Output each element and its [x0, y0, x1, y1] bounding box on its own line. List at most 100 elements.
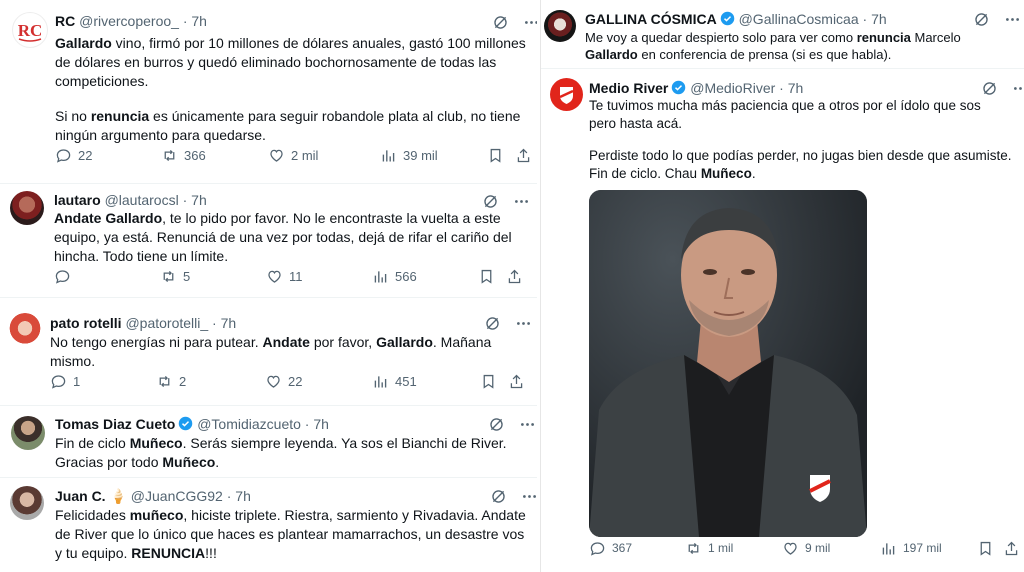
more-options-icon[interactable] [521, 488, 537, 505]
highlighted-keyword: Gallardo [55, 35, 112, 51]
tweet-pato-rotelli[interactable]: pato rotelli @patorotelli_ · 7h No tengo… [0, 301, 537, 406]
tweet-gallina-cosmica[interactable]: GALLINA CÓSMICA @GallinaCosmicaa · 7h Me… [541, 0, 1024, 70]
author-handle[interactable]: @JuanCGG92 [131, 488, 223, 504]
reply-icon [51, 374, 66, 389]
grok-icon[interactable] [492, 14, 509, 31]
views-button[interactable]: 451 [372, 373, 417, 390]
avatar[interactable] [10, 486, 44, 520]
retweet-count: 1 mil [708, 541, 734, 555]
tweet-text: Andate Gallardo, te lo pido por favor. N… [54, 209, 524, 266]
bookmark-button[interactable] [487, 147, 504, 164]
tweet-time[interactable]: 7h [313, 416, 329, 432]
avatar[interactable] [11, 416, 45, 450]
divider [0, 297, 537, 298]
retweet-button[interactable]: 366 [161, 147, 206, 164]
author-name[interactable]: Medio River [589, 80, 668, 96]
svg-text:RC: RC [18, 21, 43, 40]
reply-button[interactable]: 367 [589, 540, 632, 557]
tweet-text-segment: Fin de ciclo [55, 435, 130, 451]
like-count: 11 [289, 268, 303, 284]
tweet-rc[interactable]: RC RC @rivercoperoo_ · 7h Gallardo vino,… [0, 0, 537, 185]
tweet-text-segment: Perdiste todo lo que podías perder, no j… [589, 148, 1012, 181]
like-button[interactable]: 11 [266, 268, 303, 285]
tweet-juan-c[interactable]: Juan C. 🍦 @JuanCGG92 · 7h Felicidades mu… [0, 478, 537, 572]
view-count: 566 [395, 268, 417, 284]
grok-icon[interactable] [973, 11, 990, 28]
reply-icon [56, 148, 71, 163]
share-icon [508, 269, 521, 283]
tweet-photo[interactable] [589, 190, 867, 537]
highlighted-keyword: Andate Gallardo [54, 210, 163, 226]
avatar[interactable] [544, 10, 576, 42]
avatar[interactable]: RC [12, 12, 48, 48]
more-options-icon[interactable] [513, 193, 530, 210]
highlighted-keyword: RENUNCIA [131, 545, 206, 561]
author-name[interactable]: GALLINA CÓSMICA [585, 11, 717, 27]
like-count: 22 [288, 373, 303, 389]
author-name[interactable]: Juan C. [55, 488, 106, 504]
more-options-icon[interactable] [515, 315, 532, 332]
tweet-time[interactable]: 7h [235, 488, 251, 504]
more-options-icon[interactable] [519, 416, 536, 433]
views-button[interactable]: 197 mil [880, 540, 942, 557]
views-button[interactable]: 39 mil [380, 147, 438, 164]
tweet-text-segment: Felicidades [55, 507, 130, 523]
tweet-time[interactable]: 7h [191, 192, 207, 208]
tweet-text: Fin de ciclo Muñeco. Serás siempre leyen… [55, 434, 515, 472]
author-handle[interactable]: @MedioRiver [690, 80, 775, 96]
tweet-medio-river[interactable]: Medio River @MedioRiver · 7h Te tuvimos … [541, 70, 1024, 572]
retweet-icon [159, 375, 170, 387]
grok-icon[interactable] [488, 416, 505, 433]
reply-count: 1 [73, 373, 81, 389]
grok-icon[interactable] [484, 315, 501, 332]
grok-icon[interactable] [981, 80, 998, 97]
views-button[interactable]: 566 [372, 268, 417, 285]
author-name[interactable]: RC [55, 13, 75, 29]
author-handle[interactable]: @rivercoperoo_ [79, 13, 179, 29]
tweet-lautaro[interactable]: lautaro @lautarocsl · 7h Andate Gallardo… [0, 185, 537, 299]
highlighted-keyword: Muñeco [162, 454, 216, 470]
grok-icon[interactable] [490, 488, 507, 505]
avatar[interactable] [550, 78, 583, 111]
tweet-time[interactable]: 7h [788, 80, 804, 96]
tweet-tomas-diaz-cueto[interactable]: Tomas Diaz Cueto @Tomidiazcueto · 7h Fin… [0, 406, 537, 478]
more-options-icon[interactable] [1012, 80, 1024, 97]
author-name[interactable]: Tomas Diaz Cueto [55, 416, 175, 432]
reply-button[interactable] [54, 268, 77, 285]
avatar[interactable] [10, 191, 44, 225]
left-tweet-column: RC RC @rivercoperoo_ · 7h Gallardo vino,… [0, 0, 537, 572]
bookmark-button[interactable] [480, 373, 497, 390]
reply-button[interactable]: 22 [55, 147, 92, 164]
share-button[interactable] [1003, 540, 1020, 557]
author-name[interactable]: pato rotelli [50, 315, 122, 331]
tweet-header: RC @rivercoperoo_ · 7h [55, 13, 207, 29]
author-handle[interactable]: @Tomidiazcueto [197, 416, 301, 432]
reply-button[interactable]: 1 [50, 373, 80, 390]
tweet-time[interactable]: 7h [191, 13, 207, 29]
bookmark-button[interactable] [977, 540, 994, 557]
retweet-button[interactable]: 1 mil [685, 540, 733, 557]
author-name[interactable]: lautaro [54, 192, 101, 208]
share-button[interactable] [506, 268, 523, 285]
more-options-icon[interactable] [1004, 11, 1021, 28]
retweet-button[interactable]: 2 [156, 373, 186, 390]
more-options-icon[interactable] [523, 14, 537, 31]
author-handle[interactable]: @GallinaCosmicaa [739, 11, 859, 27]
tweet-time[interactable]: 7h [871, 11, 887, 27]
author-handle[interactable]: @patorotelli_ [125, 315, 208, 331]
avatar[interactable] [8, 313, 42, 347]
views-icon [882, 542, 895, 554]
tweet-text-segment: Me voy a quedar despierto solo para ver … [585, 30, 857, 45]
share-button[interactable] [515, 147, 532, 164]
author-handle[interactable]: @lautarocsl [105, 192, 179, 208]
tweet-time[interactable]: 7h [221, 315, 237, 331]
bookmark-button[interactable] [478, 268, 495, 285]
like-button[interactable]: 2 mil [268, 147, 318, 164]
highlighted-keyword: muñeco [129, 507, 184, 523]
retweet-button[interactable]: 5 [160, 268, 190, 285]
like-button[interactable]: 9 mil [782, 540, 830, 557]
grok-icon[interactable] [482, 193, 499, 210]
share-button[interactable] [508, 373, 525, 390]
view-count: 39 mil [403, 147, 438, 163]
like-button[interactable]: 22 [265, 373, 302, 390]
